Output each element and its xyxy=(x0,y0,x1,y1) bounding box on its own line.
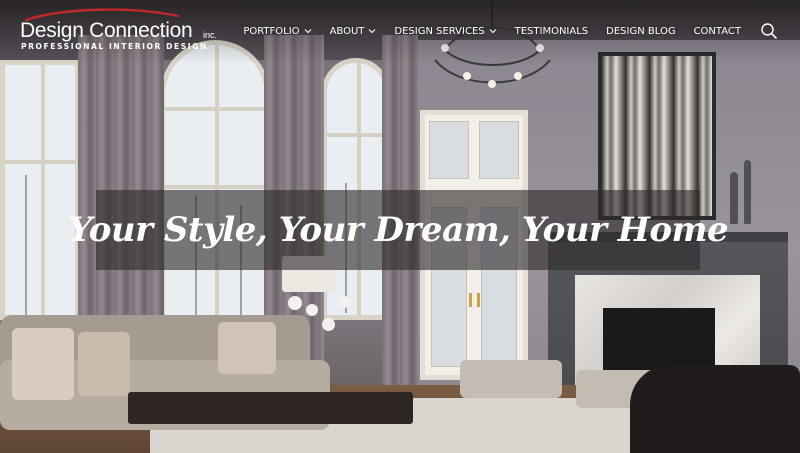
hero-headline-band: Your Style, Your Dream, Your Home xyxy=(68,190,729,270)
ottoman xyxy=(460,360,562,398)
nav-item-portfolio[interactable]: PORTFOLIO xyxy=(243,26,311,37)
nav-item-label: PORTFOLIO xyxy=(243,25,300,37)
coffee-table xyxy=(128,392,413,424)
nav-item-label: CONTACT xyxy=(693,25,741,37)
nav-item-label: DESIGN SERVICES xyxy=(394,25,485,37)
nav-item-design-blog[interactable]: DESIGN BLOG xyxy=(606,26,675,37)
orchid-flower xyxy=(288,296,302,310)
site-logo[interactable]: Design Connection inc. PROFESSIONAL INTE… xyxy=(20,8,250,56)
orchid-flower xyxy=(338,296,350,308)
nav-item-design-services[interactable]: DESIGN SERVICES xyxy=(394,25,497,37)
nav-item-about[interactable]: ABOUT xyxy=(330,26,377,37)
orchid-flower xyxy=(306,304,318,316)
nav-item-label: TESTIMONIALS xyxy=(514,25,589,37)
arched-window xyxy=(160,40,270,320)
nav-item-label: DESIGN BLOG xyxy=(606,25,676,37)
logo-suffix: inc. xyxy=(203,30,218,40)
orchid-flower xyxy=(322,318,335,331)
armchair xyxy=(630,365,800,453)
pillow xyxy=(12,328,74,400)
main-nav: PORTFOLIO ABOUT DESIGN SERVICES TESTIMON… xyxy=(243,22,778,40)
logo-tagline: PROFESSIONAL INTERIOR DESIGN xyxy=(21,42,208,51)
arched-window xyxy=(0,60,80,320)
logo-name: Design Connection xyxy=(20,19,193,42)
nav-item-contact[interactable]: CONTACT xyxy=(694,26,741,37)
chevron-down-icon xyxy=(369,29,376,34)
hero-headline: Your Style, Your Dream, Your Home xyxy=(67,210,729,250)
site-header: Design Connection inc. PROFESSIONAL INTE… xyxy=(0,0,800,64)
nav-item-testimonials[interactable]: TESTIMONIALS xyxy=(515,26,589,37)
vase xyxy=(744,160,751,224)
pillow xyxy=(218,322,276,374)
pillow xyxy=(78,332,130,396)
vase xyxy=(730,172,738,224)
chevron-down-icon xyxy=(489,29,497,34)
nav-item-label: ABOUT xyxy=(329,25,365,37)
chevron-down-icon xyxy=(304,29,311,34)
search-icon[interactable] xyxy=(760,22,778,40)
